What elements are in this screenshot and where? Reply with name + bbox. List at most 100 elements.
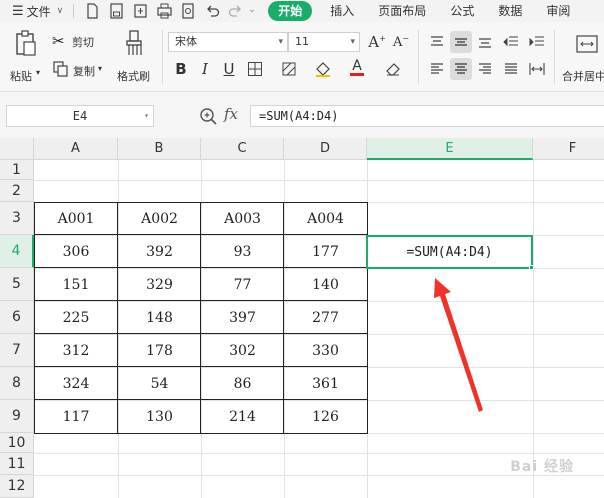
redo-icon[interactable] bbox=[224, 2, 248, 20]
row-header-4[interactable]: 4 bbox=[0, 235, 34, 268]
distribute-icon[interactable] bbox=[526, 58, 548, 80]
merge-center-button[interactable]: 合并居中 bbox=[560, 28, 604, 86]
cell-a8[interactable]: 324 bbox=[34, 367, 118, 400]
cell-a5[interactable]: 151 bbox=[34, 268, 118, 301]
row-header-6[interactable]: 6 bbox=[0, 301, 34, 334]
bold-icon[interactable]: B bbox=[170, 58, 192, 80]
row-header-11[interactable]: 11 bbox=[0, 453, 34, 475]
increase-font-icon[interactable]: A + bbox=[366, 31, 388, 53]
row-header-3[interactable]: 3 bbox=[0, 202, 34, 235]
italic-icon[interactable]: I bbox=[194, 58, 216, 80]
cell-c4[interactable]: 93 bbox=[201, 235, 284, 268]
name-box[interactable]: E4 ▾ bbox=[6, 105, 154, 127]
align-middle-icon[interactable] bbox=[450, 31, 472, 53]
decrease-font-icon[interactable]: A − bbox=[390, 31, 412, 53]
cell-d3[interactable]: A004 bbox=[284, 202, 367, 235]
cell-c5[interactable]: 77 bbox=[201, 268, 284, 301]
column-header-b[interactable]: B bbox=[118, 138, 201, 160]
fill-pattern-icon[interactable] bbox=[278, 58, 300, 80]
tab-page-layout[interactable]: 页面布局 bbox=[366, 1, 438, 21]
cut-button[interactable]: ✂ 剪切 bbox=[52, 32, 106, 52]
font-name-select[interactable]: 宋体 ▾ bbox=[168, 32, 288, 52]
formula-input[interactable]: =SUM(A4:D4) bbox=[250, 105, 604, 127]
cell-a4[interactable]: 306 bbox=[34, 235, 118, 268]
clear-format-icon[interactable] bbox=[382, 58, 404, 80]
cell-a7[interactable]: 312 bbox=[34, 334, 118, 367]
align-right-icon[interactable] bbox=[474, 58, 496, 80]
copy-button[interactable]: 复制 ▾ bbox=[52, 60, 108, 80]
zoom-search-icon[interactable] bbox=[198, 106, 218, 126]
tab-review[interactable]: 审阅 bbox=[534, 1, 570, 21]
cell-c7[interactable]: 302 bbox=[201, 334, 284, 367]
cell-d9[interactable]: 126 bbox=[284, 400, 367, 433]
select-all-corner[interactable] bbox=[0, 138, 34, 160]
row-header-12[interactable]: 12 bbox=[0, 475, 34, 498]
increase-indent-icon[interactable] bbox=[526, 31, 548, 53]
save-icon[interactable] bbox=[104, 2, 128, 20]
file-menu[interactable]: ☰ 文件 ∨ bbox=[0, 0, 63, 22]
row-header-9[interactable]: 9 bbox=[0, 400, 34, 433]
cell-c3[interactable]: A003 bbox=[201, 202, 284, 235]
cell-b4[interactable]: 392 bbox=[118, 235, 201, 268]
new-doc-icon[interactable] bbox=[80, 2, 104, 20]
export-icon[interactable] bbox=[128, 2, 152, 20]
decrease-indent-icon[interactable] bbox=[500, 31, 522, 53]
row-header-7[interactable]: 7 bbox=[0, 334, 34, 367]
cell-b6[interactable]: 148 bbox=[118, 301, 201, 334]
print-preview-icon[interactable] bbox=[176, 2, 200, 20]
paste-button[interactable]: 粘贴 ▾ bbox=[6, 28, 46, 86]
column-header-d[interactable]: D bbox=[284, 138, 367, 160]
cell-b7[interactable]: 178 bbox=[118, 334, 201, 367]
font-color-icon[interactable]: A bbox=[346, 56, 368, 78]
align-bottom-icon[interactable] bbox=[474, 31, 496, 53]
tab-insert[interactable]: 插入 bbox=[318, 1, 366, 21]
annotation-arrow bbox=[434, 278, 483, 412]
separator bbox=[554, 30, 555, 84]
chevron-down-icon: ▾ bbox=[98, 64, 103, 73]
font-size-select[interactable]: 11 ▾ bbox=[288, 32, 360, 52]
cell-c6[interactable]: 397 bbox=[201, 301, 284, 334]
fill-handle[interactable] bbox=[529, 265, 534, 270]
column-header-f[interactable]: F bbox=[533, 138, 604, 160]
cell-b8[interactable]: 54 bbox=[118, 367, 201, 400]
cell-a6[interactable]: 225 bbox=[34, 301, 118, 334]
cell-d8[interactable]: 361 bbox=[284, 367, 367, 400]
cell-c8[interactable]: 86 bbox=[201, 367, 284, 400]
cell-d6[interactable]: 277 bbox=[284, 301, 367, 334]
cell-b9[interactable]: 130 bbox=[118, 400, 201, 433]
borders-icon[interactable] bbox=[244, 58, 266, 80]
hamburger-icon: ☰ bbox=[12, 3, 24, 19]
cell-d4[interactable]: 177 bbox=[284, 235, 367, 268]
column-header-c[interactable]: C bbox=[201, 138, 284, 160]
format-painter-button[interactable]: 格式刷 bbox=[114, 28, 156, 86]
print-icon[interactable] bbox=[152, 2, 176, 20]
underline-icon[interactable]: U bbox=[218, 58, 240, 80]
align-top-icon[interactable] bbox=[426, 31, 448, 53]
row-header-5[interactable]: 5 bbox=[0, 268, 34, 301]
column-header-a[interactable]: A bbox=[34, 138, 118, 160]
active-cell-e4[interactable]: =SUM(A4:D4) bbox=[366, 235, 533, 269]
merge-cells-icon bbox=[576, 35, 598, 53]
justify-icon[interactable] bbox=[500, 58, 522, 80]
cell-a3[interactable]: A001 bbox=[34, 202, 118, 235]
tab-home[interactable]: 开始 bbox=[268, 1, 313, 21]
row-header-2[interactable]: 2 bbox=[0, 180, 34, 202]
fill-color-icon[interactable] bbox=[312, 58, 334, 80]
row-header-1[interactable]: 1 bbox=[0, 160, 34, 180]
cell-d5[interactable]: 140 bbox=[284, 268, 367, 301]
row-header-10[interactable]: 10 bbox=[0, 433, 34, 453]
chevron-down-icon[interactable] bbox=[248, 2, 262, 20]
cell-b3[interactable]: A002 bbox=[118, 202, 201, 235]
undo-icon[interactable] bbox=[200, 2, 224, 20]
tab-data[interactable]: 数据 bbox=[486, 1, 534, 21]
column-header-e[interactable]: E bbox=[367, 138, 533, 160]
align-center-icon[interactable] bbox=[450, 58, 472, 80]
cell-a9[interactable]: 117 bbox=[34, 400, 118, 433]
cell-c9[interactable]: 214 bbox=[201, 400, 284, 433]
cell-d7[interactable]: 330 bbox=[284, 334, 367, 367]
cell-b5[interactable]: 329 bbox=[118, 268, 201, 301]
insert-function-icon[interactable]: fx bbox=[224, 105, 238, 123]
align-left-icon[interactable] bbox=[426, 58, 448, 80]
row-header-8[interactable]: 8 bbox=[0, 367, 34, 400]
tab-formulas[interactable]: 公式 bbox=[438, 1, 486, 21]
